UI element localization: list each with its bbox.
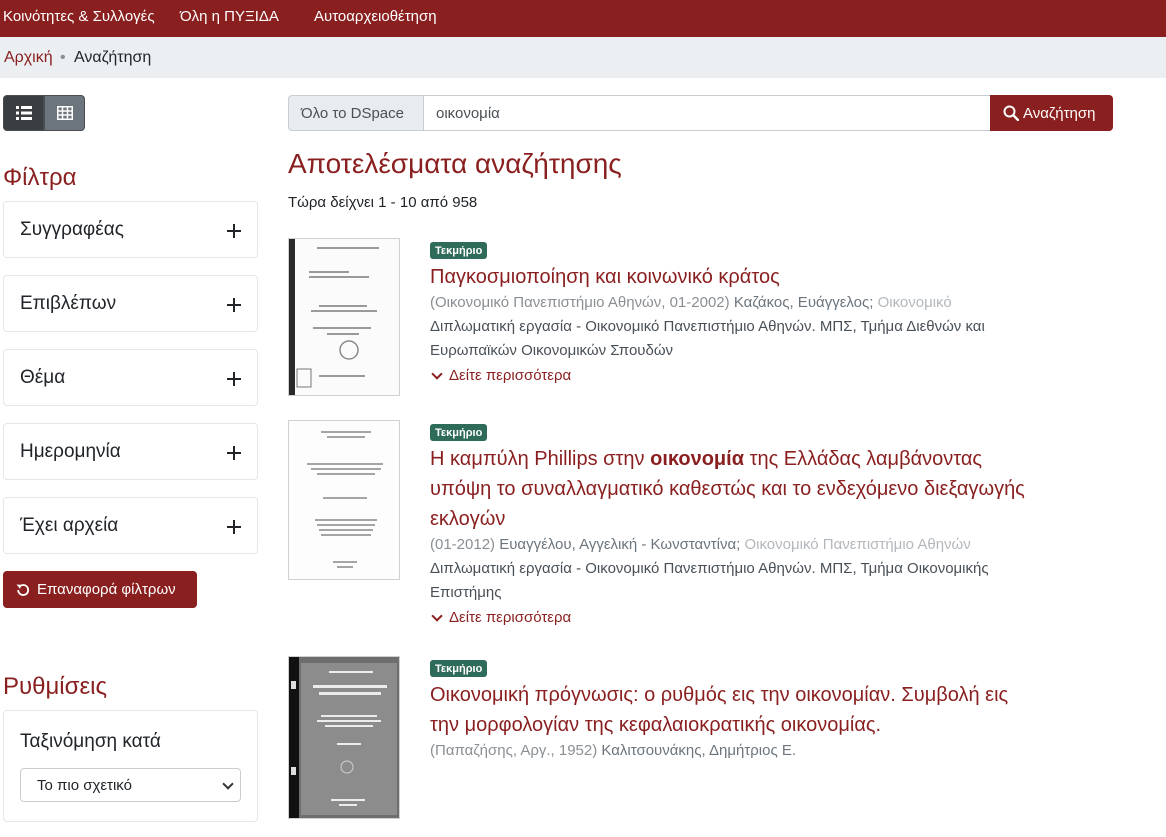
sort-selected-value: Το πιο σχετικό bbox=[37, 776, 132, 794]
breadcrumb-home-link[interactable]: Αρχική bbox=[4, 49, 53, 67]
show-more-link[interactable]: Δείτε περισσότερα bbox=[430, 609, 571, 626]
grid-view-button[interactable] bbox=[44, 95, 85, 131]
result-metadata: (Παπαζήσης, Αργ., 1952) Καλιτσουνάκης, Δ… bbox=[430, 742, 990, 764]
chevron-down-icon bbox=[431, 367, 443, 380]
settings-heading: Ρυθμίσεις bbox=[3, 673, 108, 700]
facet-label: Συγγραφέας bbox=[20, 219, 124, 240]
facet-supervisor[interactable]: Επιβλέπων bbox=[3, 275, 258, 332]
result-title-link[interactable]: Η καμπύλη Phillips στην οικονομία της Ελ… bbox=[430, 444, 1030, 534]
reset-filters-label: Επαναφορά φίλτρων bbox=[37, 581, 176, 598]
results-count: Τώρα δείχνει 1 - 10 από 958 bbox=[288, 194, 478, 211]
title-text: Οικονομική πρόγνωσις: ο ρυθμός εις την ο… bbox=[430, 684, 1009, 736]
show-more-label: Δείτε περισσότερα bbox=[449, 609, 572, 626]
facet-label: Έχει αρχεία bbox=[20, 515, 119, 536]
search-scope-button[interactable]: Όλο το DSpace bbox=[288, 95, 424, 131]
breadcrumb: Αρχική • Αναζήτηση bbox=[0, 37, 1166, 78]
facet-author[interactable]: Συγγραφέας bbox=[3, 201, 258, 258]
search-button[interactable]: Αναζήτηση bbox=[990, 95, 1113, 131]
facet-label: Θέμα bbox=[20, 367, 66, 388]
show-more-link[interactable]: Δείτε περισσότερα bbox=[430, 367, 571, 384]
title-text: Η καμπύλη Phillips στην bbox=[430, 448, 651, 470]
result-publisher-date: (Οικονομικό Πανεπιστήμιο Αθηνών, 01-2002… bbox=[430, 294, 730, 311]
result-abstract: Διπλωματική εργασία - Οικονομικό Πανεπισ… bbox=[430, 560, 989, 601]
sort-select[interactable]: Το πιο σχετικό bbox=[20, 768, 241, 802]
facet-date[interactable]: Ημερομηνία bbox=[3, 423, 258, 480]
plus-icon bbox=[227, 446, 241, 460]
sort-label: Ταξινόμηση κατά bbox=[20, 731, 161, 752]
result-authors: Ευαγγέλου, Αγγελική - Κωνσταντίνα; bbox=[499, 536, 741, 553]
result-thumbnail[interactable] bbox=[288, 656, 400, 819]
undo-icon bbox=[16, 583, 30, 596]
result-authors-more: Οικονομικό bbox=[877, 294, 952, 311]
plus-icon bbox=[227, 520, 241, 534]
list-view-button[interactable] bbox=[3, 95, 44, 131]
result-metadata: (Οικονομικό Πανεπιστήμιο Αθηνών, 01-2002… bbox=[430, 294, 990, 316]
sort-panel: Ταξινόμηση κατά Το πιο σχετικό bbox=[3, 710, 258, 822]
title-text: Παγκοσμιοποίηση και κοινωνικό κράτος bbox=[430, 266, 780, 288]
item-type-badge: Τεκμήριο bbox=[430, 242, 488, 259]
result-thumbnail[interactable] bbox=[288, 238, 400, 396]
list-icon bbox=[15, 106, 32, 120]
result-title-link[interactable]: Οικονομική πρόγνωσις: ο ρυθμός εις την ο… bbox=[430, 680, 1030, 740]
item-type-badge: Τεκμήριο bbox=[430, 424, 488, 441]
plus-icon bbox=[227, 372, 241, 386]
item-type-badge: Τεκμήριο bbox=[430, 660, 488, 677]
search-term-highlight: οικονομία bbox=[650, 448, 745, 470]
result-publisher-date: (01-2012) bbox=[430, 536, 496, 553]
chevron-down-icon bbox=[222, 778, 234, 790]
result-publisher-date: (Παπαζήσης, Αργ., 1952) bbox=[430, 742, 598, 759]
facet-label: Ημερομηνία bbox=[20, 441, 121, 462]
result-abstract: Διπλωματική εργασία - Οικονομικό Πανεπισ… bbox=[430, 318, 985, 359]
result-thumbnail[interactable] bbox=[288, 420, 400, 580]
search-input[interactable] bbox=[423, 95, 991, 131]
facet-label: Επιβλέπων bbox=[20, 293, 117, 314]
filters-heading: Φίλτρα bbox=[3, 164, 77, 191]
chevron-down-icon bbox=[431, 609, 443, 622]
results-heading: Αποτελέσματα αναζήτησης bbox=[288, 148, 622, 179]
top-navbar: Κοινότητες & Συλλογές Όλη η ΠΥΞΙΔΑ Αυτοα… bbox=[0, 0, 1166, 37]
grid-icon bbox=[56, 106, 73, 120]
result-authors-more: Οικονομικό Πανεπιστήμιο Αθηνών bbox=[744, 536, 971, 553]
show-more-label: Δείτε περισσότερα bbox=[449, 367, 572, 384]
search-icon bbox=[1003, 105, 1019, 121]
result-authors: Καζάκος, Ευάγγελος; bbox=[733, 294, 874, 311]
result-metadata: (01-2012) Ευαγγέλου, Αγγελική - Κωνσταντ… bbox=[430, 536, 990, 558]
plus-icon bbox=[227, 298, 241, 312]
nav-self-archiving[interactable]: Αυτοαρχειοθέτηση bbox=[314, 8, 437, 25]
breadcrumb-separator: • bbox=[60, 49, 66, 66]
nav-communities-collections[interactable]: Κοινότητες & Συλλογές bbox=[3, 8, 155, 25]
facet-subject[interactable]: Θέμα bbox=[3, 349, 258, 406]
plus-icon bbox=[227, 224, 241, 238]
nav-all-pyxida[interactable]: Όλη η ΠΥΞΙΔΑ bbox=[180, 8, 279, 25]
result-title-link[interactable]: Παγκοσμιοποίηση και κοινωνικό κράτος bbox=[430, 262, 1030, 292]
reset-filters-button[interactable]: Επαναφορά φίλτρων bbox=[3, 571, 197, 608]
result-authors: Καλιτσουνάκης, Δημήτριος Ε. bbox=[601, 742, 797, 759]
facet-has-files[interactable]: Έχει αρχεία bbox=[3, 497, 258, 554]
search-button-label: Αναζήτηση bbox=[1023, 104, 1096, 122]
breadcrumb-current: Αναζήτηση bbox=[74, 49, 152, 66]
